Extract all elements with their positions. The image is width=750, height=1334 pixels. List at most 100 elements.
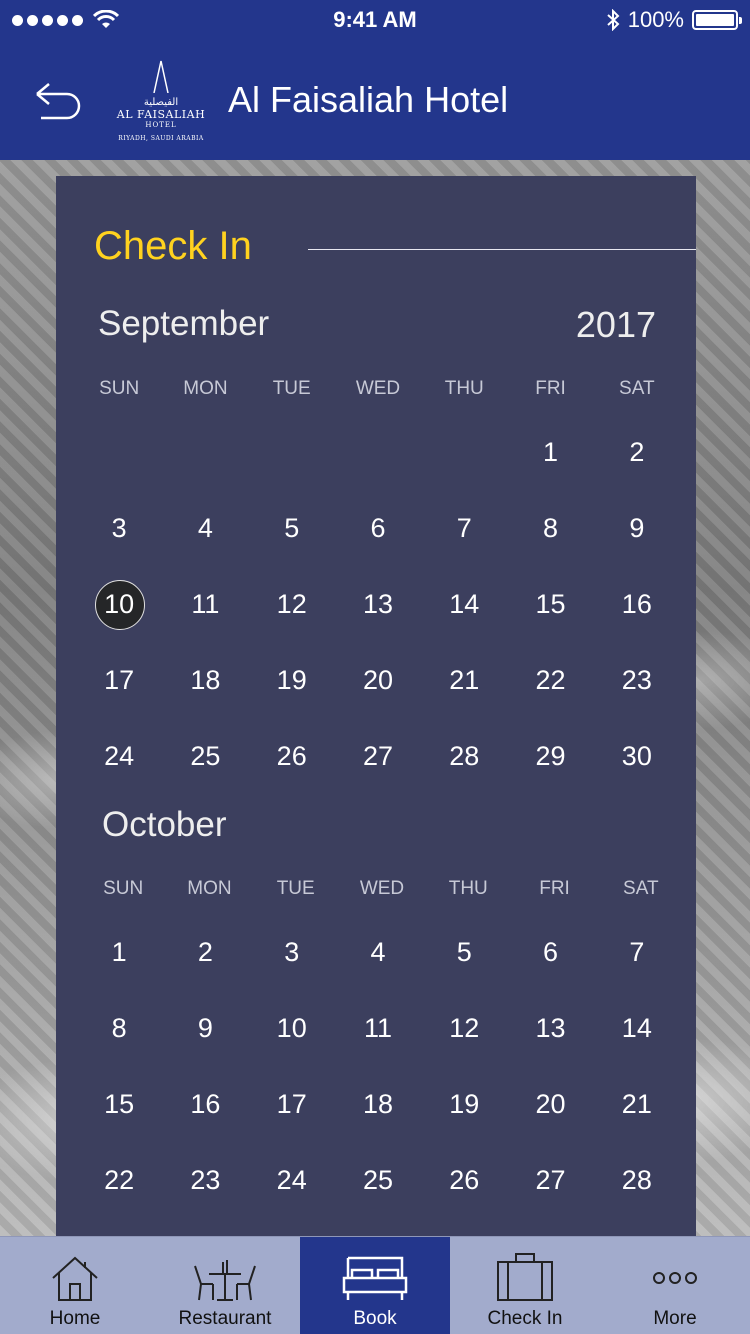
- day-cell[interactable]: 15: [76, 1079, 162, 1129]
- day-cell[interactable]: 2: [594, 427, 680, 477]
- day-cell[interactable]: 10: [249, 1003, 335, 1053]
- day-cell[interactable]: 2: [162, 927, 248, 977]
- day-cell[interactable]: 15: [507, 579, 593, 629]
- logo-location: RIYADH, SAUDI ARABIA: [118, 134, 204, 142]
- day-number: 27: [362, 741, 393, 771]
- heading-divider: [308, 249, 696, 250]
- day-cell[interactable]: 12: [421, 1003, 507, 1053]
- day-cell[interactable]: 1: [76, 927, 162, 977]
- day-cell[interactable]: 25: [162, 731, 248, 781]
- day-cell[interactable]: 13: [335, 579, 421, 629]
- day-cell[interactable]: 19: [249, 655, 335, 705]
- day-number: 4: [197, 513, 213, 543]
- day-cell[interactable]: 7: [594, 927, 680, 977]
- week-row: 8 9 10 11 12 13 14: [76, 1003, 680, 1053]
- battery-level: [696, 14, 734, 26]
- day-cell[interactable]: 14: [594, 1003, 680, 1053]
- day-number: 20: [362, 665, 393, 695]
- day-cell[interactable]: 7: [421, 503, 507, 553]
- day-number: 11: [191, 589, 220, 619]
- day-number: 11: [363, 1013, 392, 1043]
- day-cell[interactable]: 14: [421, 579, 507, 629]
- day-number: 1: [543, 437, 559, 467]
- day-cell[interactable]: 3: [76, 503, 162, 553]
- day-cell[interactable]: 5: [249, 503, 335, 553]
- tab-bar: Home Restaurant Book Check In More: [0, 1236, 750, 1334]
- empty-day-cell: [76, 427, 162, 477]
- day-number: 20: [535, 1089, 566, 1119]
- tab-check-in[interactable]: Check In: [450, 1237, 600, 1334]
- day-cell[interactable]: 17: [76, 655, 162, 705]
- day-cell[interactable]: 4: [335, 927, 421, 977]
- restaurant-icon: [194, 1260, 256, 1301]
- check-in-heading: Check In: [94, 224, 252, 268]
- suitcase-icon: [497, 1253, 553, 1301]
- day-number: 5: [284, 513, 300, 543]
- battery-icon: [692, 10, 742, 30]
- day-cell[interactable]: 17: [249, 1079, 335, 1129]
- tab-book[interactable]: Book: [300, 1237, 450, 1334]
- day-cell[interactable]: 27: [335, 731, 421, 781]
- day-cell[interactable]: 22: [76, 1155, 162, 1205]
- day-cell[interactable]: 28: [594, 1155, 680, 1205]
- day-cell[interactable]: 9: [594, 503, 680, 553]
- day-cell-selected[interactable]: 10: [76, 579, 162, 630]
- day-cell[interactable]: 23: [594, 655, 680, 705]
- day-cell[interactable]: 26: [421, 1155, 507, 1205]
- day-number: 7: [456, 513, 472, 543]
- day-cell[interactable]: 9: [162, 1003, 248, 1053]
- day-number: 7: [629, 937, 645, 967]
- day-cell[interactable]: 21: [594, 1079, 680, 1129]
- day-number: 9: [629, 513, 645, 543]
- day-cell[interactable]: 24: [249, 1155, 335, 1205]
- day-cell[interactable]: 8: [507, 503, 593, 553]
- day-cell[interactable]: 5: [421, 927, 507, 977]
- day-cell[interactable]: 29: [507, 731, 593, 781]
- day-cell[interactable]: 20: [507, 1079, 593, 1129]
- day-cell[interactable]: 16: [594, 579, 680, 629]
- day-number: 21: [621, 1089, 652, 1119]
- day-cell[interactable]: 1: [507, 427, 593, 477]
- tab-restaurant[interactable]: Restaurant: [150, 1237, 300, 1334]
- day-cell[interactable]: 13: [507, 1003, 593, 1053]
- logo-name: AL FAISALIAH: [116, 107, 206, 121]
- day-cell[interactable]: 20: [335, 655, 421, 705]
- day-number: 16: [190, 1089, 221, 1119]
- day-cell[interactable]: 30: [594, 731, 680, 781]
- day-cell[interactable]: 26: [249, 731, 335, 781]
- week-row: 10 11 12 13 14 15 16: [76, 579, 680, 630]
- day-cell[interactable]: 27: [507, 1155, 593, 1205]
- day-cell[interactable]: 6: [335, 503, 421, 553]
- day-cell[interactable]: 24: [76, 731, 162, 781]
- day-number: 6: [370, 513, 386, 543]
- day-cell[interactable]: 23: [162, 1155, 248, 1205]
- day-cell[interactable]: 16: [162, 1079, 248, 1129]
- home-icon: [52, 1256, 98, 1301]
- tab-home[interactable]: Home: [0, 1237, 150, 1334]
- day-cell[interactable]: 18: [162, 655, 248, 705]
- day-cell[interactable]: 8: [76, 1003, 162, 1053]
- back-button[interactable]: [28, 75, 88, 125]
- day-cell[interactable]: 21: [421, 655, 507, 705]
- day-number: 17: [104, 665, 135, 695]
- tab-more[interactable]: More: [600, 1237, 750, 1334]
- day-cell[interactable]: 18: [335, 1079, 421, 1129]
- weekday-label: TUE: [276, 878, 315, 899]
- day-cell[interactable]: 4: [162, 503, 248, 553]
- day-number: 24: [276, 1165, 307, 1195]
- day-cell[interactable]: 25: [335, 1155, 421, 1205]
- tab-label: Restaurant: [178, 1308, 272, 1329]
- day-cell[interactable]: 11: [335, 1003, 421, 1053]
- weekday-label: WED: [359, 878, 405, 899]
- day-number: 18: [190, 665, 221, 695]
- day-cell[interactable]: 19: [421, 1079, 507, 1129]
- day-cell[interactable]: 6: [507, 927, 593, 977]
- day-cell[interactable]: 12: [249, 579, 335, 629]
- day-number: 30: [621, 741, 652, 771]
- day-cell[interactable]: 11: [162, 579, 248, 629]
- day-cell[interactable]: 3: [249, 927, 335, 977]
- day-cell[interactable]: 22: [507, 655, 593, 705]
- day-number: 14: [621, 1013, 652, 1043]
- day-cell[interactable]: 28: [421, 731, 507, 781]
- day-number: 10: [104, 589, 135, 619]
